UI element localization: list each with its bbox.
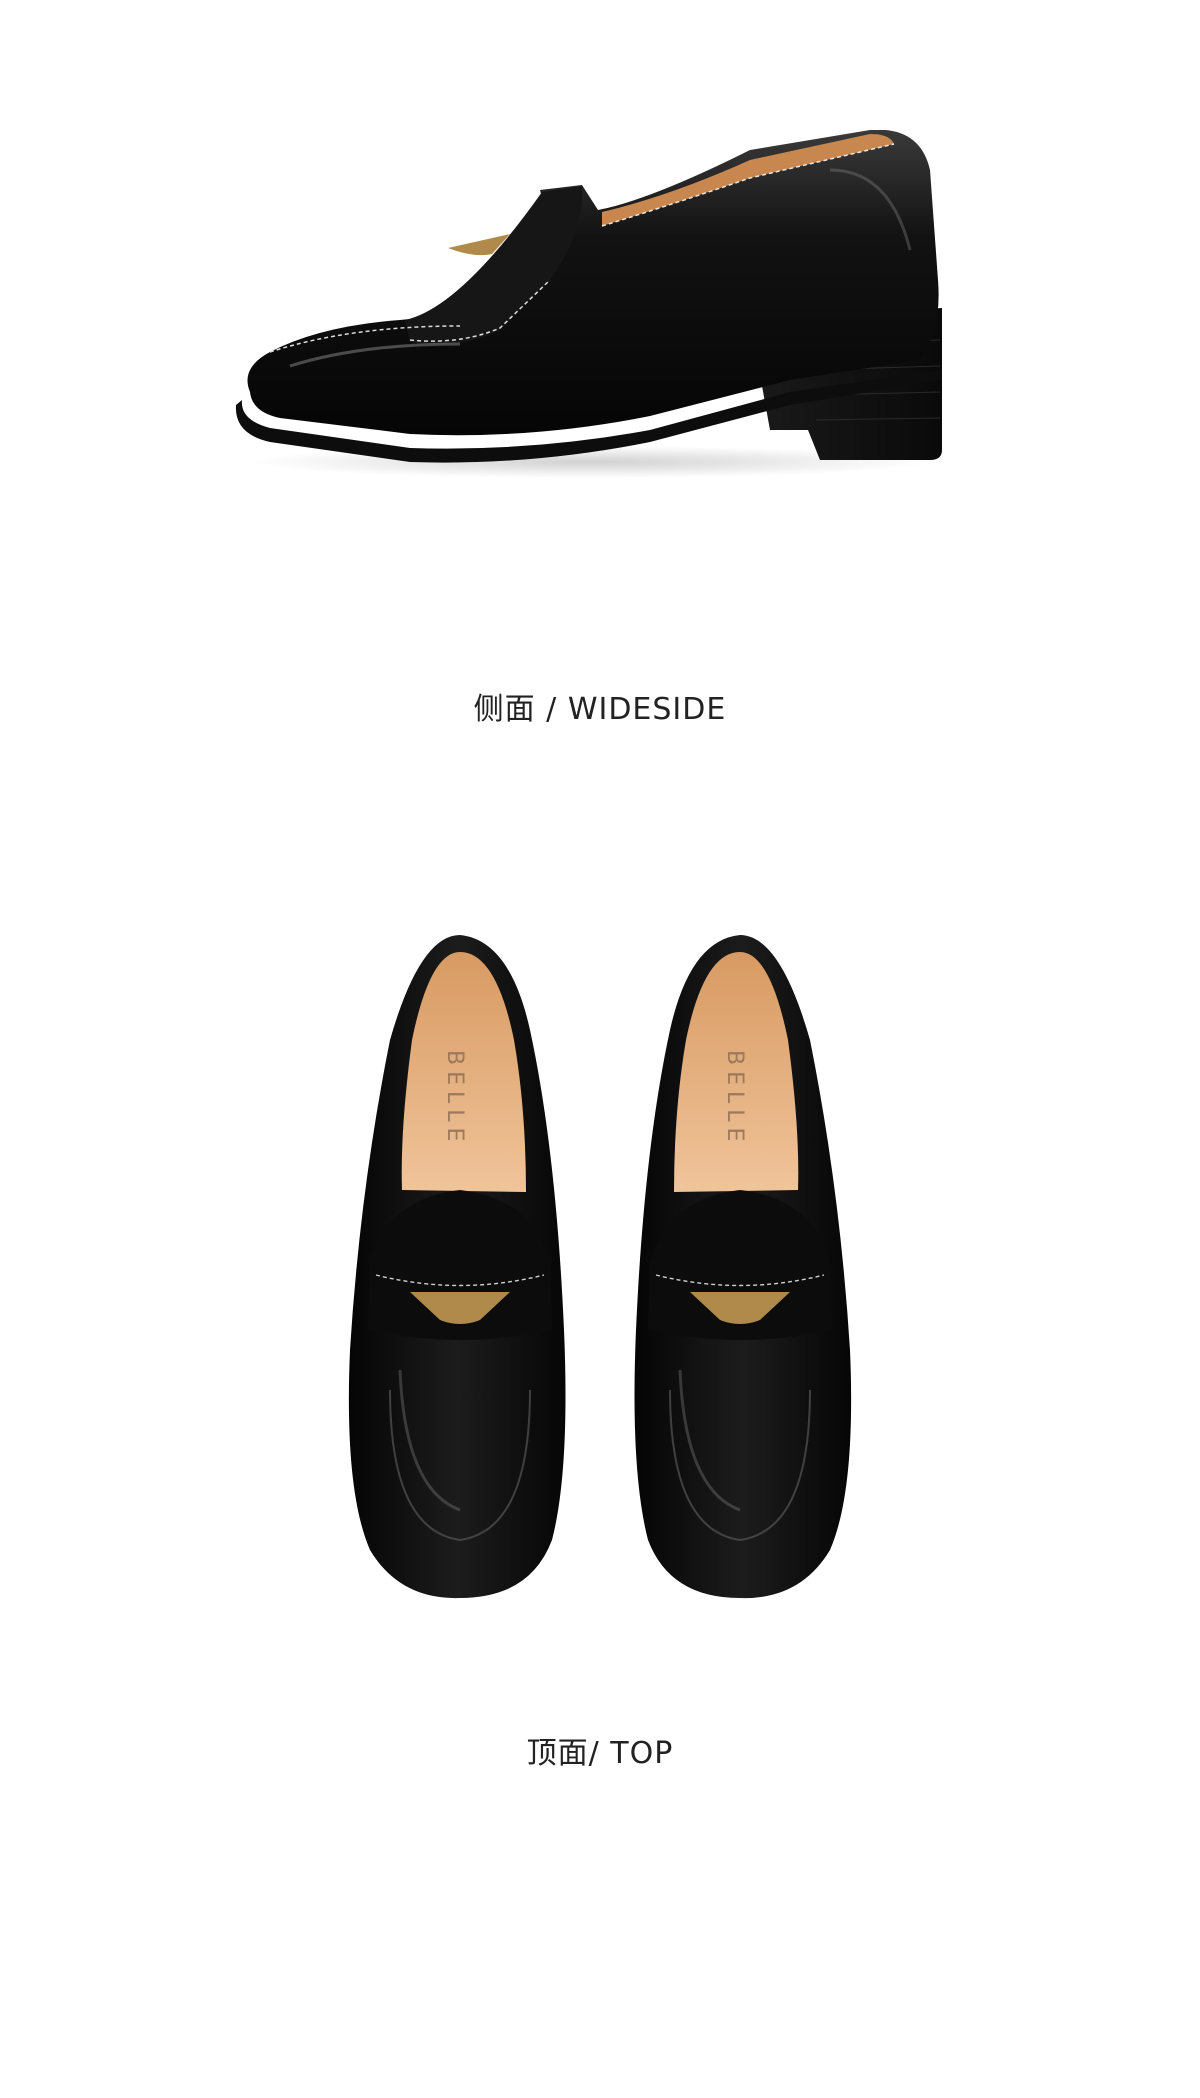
- top-view-photo: BELLE BELLE: [330, 930, 870, 1620]
- side-view-photo: [230, 130, 970, 500]
- loafer-side-illustration: [235, 130, 942, 478]
- left-insole-brand: BELLE: [442, 1050, 467, 1147]
- right-insole-brand: BELLE: [722, 1050, 747, 1147]
- right-shoe: BELLE: [634, 935, 852, 1599]
- top-view-caption: 顶面/ TOP: [526, 1736, 674, 1771]
- product-detail-page: 侧面 / WIDESIDE BELLE BELLE 顶面/ TOP: [0, 0, 1200, 2098]
- side-view-caption: 侧面 / WIDESIDE: [473, 692, 727, 727]
- loafer-top-illustration: BELLE BELLE: [348, 935, 852, 1599]
- left-shoe: BELLE: [348, 935, 566, 1599]
